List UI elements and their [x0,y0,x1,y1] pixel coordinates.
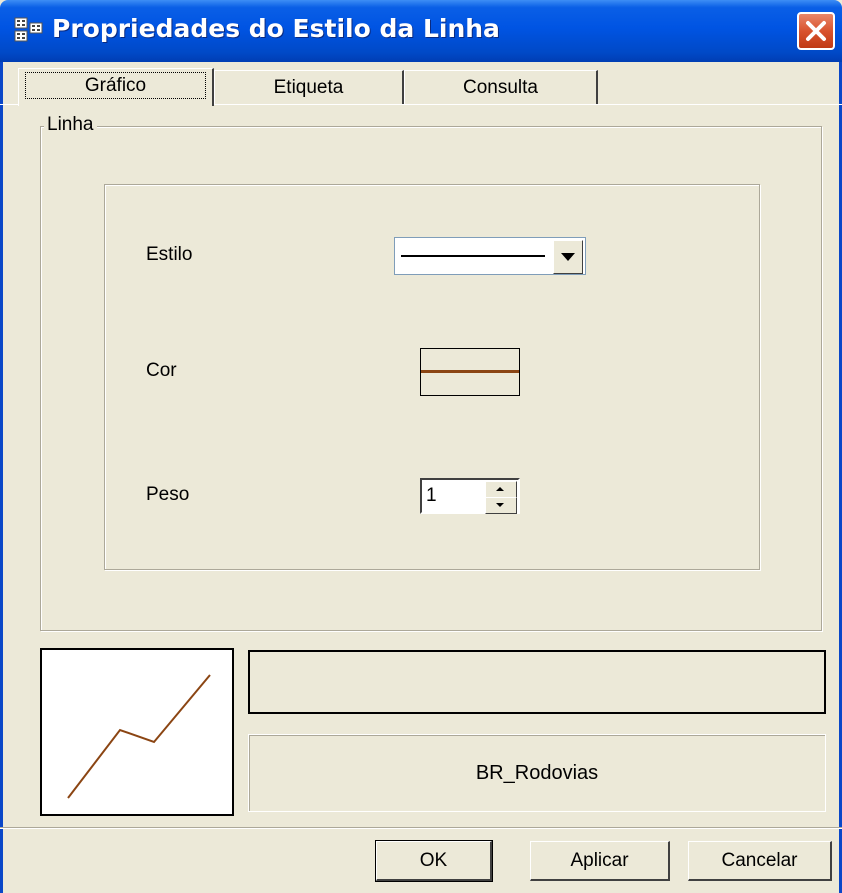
tab-consulta[interactable]: Consulta [404,70,598,104]
window-title: Propriedades do Estilo da Linha [52,14,500,43]
tab-grafico[interactable]: Gráfico [18,68,214,106]
apply-button[interactable]: Aplicar [530,841,670,881]
color-picker[interactable] [420,348,520,396]
tab-label: Consulta [463,77,538,98]
title-bar[interactable]: Propriedades do Estilo da Linha [0,0,842,62]
close-button[interactable] [797,12,835,50]
line-preview [40,648,234,816]
spin-up-icon[interactable] [485,481,517,498]
close-icon [806,21,826,41]
description-box [248,650,826,714]
peso-spinner[interactable]: 1 [420,478,520,514]
peso-label: Peso [146,484,190,505]
estilo-label: Estilo [146,244,193,265]
layer-name: BR_Rodovias [475,761,599,784]
peso-value[interactable]: 1 [426,485,437,507]
app-icon [14,16,44,44]
ok-button[interactable]: OK [375,840,493,882]
spin-down-icon[interactable] [485,497,517,514]
dropdown-arrow-icon[interactable] [553,240,583,274]
focus-rect [25,72,206,99]
cancel-button-label: Cancelar [721,849,798,871]
cor-label: Cor [146,360,177,381]
separator-highlight [0,828,842,829]
linha-group-legend: Linha [44,114,97,136]
cancel-button[interactable]: Cancelar [688,841,832,881]
layer-name-box: BR_Rodovias [248,734,826,812]
tab-label: Etiqueta [273,77,344,98]
apply-button-label: Aplicar [570,849,629,871]
preview-line-icon [67,674,211,799]
tab-etiqueta[interactable]: Etiqueta [214,70,404,104]
line-style-sample [401,255,545,257]
style-dropdown[interactable] [394,237,586,275]
color-sample-line [421,370,519,373]
ok-button-label: OK [419,849,448,871]
window-border-left [0,62,3,893]
